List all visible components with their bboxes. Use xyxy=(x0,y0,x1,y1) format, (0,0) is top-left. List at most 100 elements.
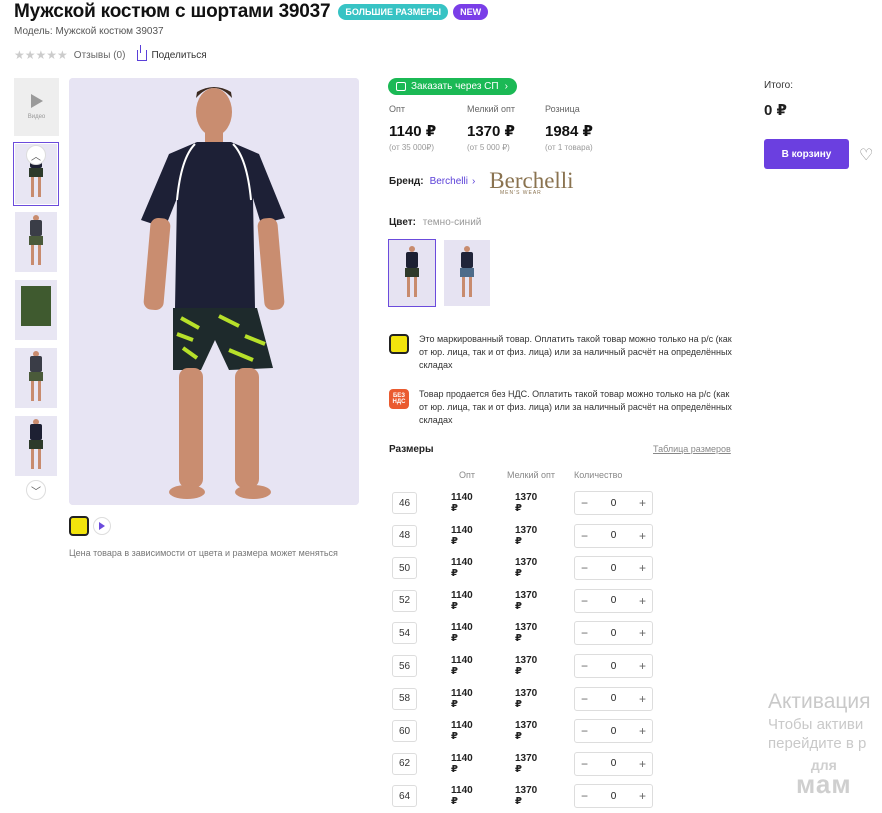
quantity-stepper: − 0 + xyxy=(574,751,653,776)
size-opt-price: 1140 ₽ xyxy=(451,492,473,514)
plus-button[interactable]: + xyxy=(639,724,646,738)
minus-button[interactable]: − xyxy=(581,789,588,803)
minus-button[interactable]: − xyxy=(581,626,588,640)
thumbnail[interactable] xyxy=(15,348,57,408)
size-opt-price: 1140 ₽ xyxy=(451,622,473,645)
price-tier-condition: (от 5 000 ₽) xyxy=(467,143,510,152)
size-table-link[interactable]: Таблица размеров xyxy=(653,444,731,454)
plus-button[interactable]: + xyxy=(639,692,646,706)
product-meta: ★★★★★ Отзывы (0) Поделиться xyxy=(14,44,207,62)
size-small-opt-price: 1370 ₽ xyxy=(515,687,538,710)
marking-notice-text: Это маркированный товар. Оплатить такой … xyxy=(419,334,732,370)
minus-button[interactable]: − xyxy=(581,496,588,510)
watermark-line: Чтобы активи xyxy=(768,716,864,733)
size-small-opt-price: 1370 ₽ xyxy=(515,524,538,547)
price-tier-value: 1370 ₽ xyxy=(467,123,515,140)
minus-button[interactable]: − xyxy=(581,594,588,608)
video-thumbnail[interactable]: Видео xyxy=(14,78,59,136)
reviews-link[interactable]: Отзывы (0) xyxy=(74,50,126,61)
color-swatch-navy[interactable] xyxy=(388,239,436,307)
sizes-title: Размеры xyxy=(389,444,434,455)
plus-button[interactable]: + xyxy=(639,659,646,673)
thumbnails-down-button[interactable]: ﹀ xyxy=(26,480,46,500)
size-label: 50 xyxy=(392,557,417,580)
quantity-value[interactable]: 0 xyxy=(611,661,617,672)
minus-button[interactable]: − xyxy=(581,529,588,543)
size-opt-price: 1140 ₽ xyxy=(451,785,473,808)
rating-stars[interactable]: ★★★★★ xyxy=(14,48,68,62)
minus-button[interactable]: − xyxy=(581,692,588,706)
watermark-line: перейдите в р xyxy=(768,735,867,752)
size-opt-price: 1140 ₽ xyxy=(451,752,473,775)
size-row: 62 1140 ₽ 1370 ₽ − 0 + xyxy=(392,751,653,776)
chevron-up-icon: ︿ xyxy=(31,151,41,163)
quantity-value[interactable]: 0 xyxy=(611,595,617,606)
size-opt-price: 1140 ₽ xyxy=(451,524,473,547)
quantity-value[interactable]: 0 xyxy=(611,563,617,574)
quantity-value[interactable]: 0 xyxy=(611,530,617,541)
size-small-opt-price: 1370 ₽ xyxy=(515,655,538,677)
size-row: 52 1140 ₽ 1370 ₽ − 0 + xyxy=(392,588,653,613)
quantity-stepper: − 0 + xyxy=(574,556,653,581)
title-row: Мужской костюм с шортами 39037 БОЛЬШИЕ Р… xyxy=(14,1,489,23)
add-to-cart-button[interactable]: В корзину xyxy=(764,139,849,169)
plus-button[interactable]: + xyxy=(639,757,646,771)
plus-button[interactable]: + xyxy=(639,626,646,640)
quantity-value[interactable]: 0 xyxy=(611,628,617,639)
quantity-value[interactable]: 0 xyxy=(611,758,617,769)
brand-link[interactable]: Berchelli xyxy=(430,176,468,187)
plus-button[interactable]: + xyxy=(639,594,646,608)
size-row: 64 1140 ₽ 1370 ₽ − 0 + xyxy=(392,784,653,809)
no-vat-notice-text: Товар продается без НДС. Оплатить такой … xyxy=(419,389,732,425)
column-header-small-opt: Мелкий опт xyxy=(507,470,556,480)
main-product-photo[interactable] xyxy=(69,78,359,505)
quantity-value[interactable]: 0 xyxy=(611,693,617,704)
big-sizes-badge: БОЛЬШИЕ РАЗМЕРЫ xyxy=(338,4,449,20)
play-icon xyxy=(30,94,43,108)
size-label: 56 xyxy=(392,655,417,677)
plus-button[interactable]: + xyxy=(639,789,646,803)
brand-logo-tagline: MEN'S WEAR xyxy=(500,190,542,196)
product-title: Мужской костюм с шортами 39037 xyxy=(14,1,331,22)
minus-button[interactable]: − xyxy=(581,561,588,575)
quantity-stepper: − 0 + xyxy=(574,491,653,515)
size-small-opt-price: 1370 ₽ xyxy=(515,492,538,514)
share-icon xyxy=(137,44,148,61)
thumbnail[interactable] xyxy=(15,280,57,340)
quantity-stepper: − 0 + xyxy=(574,588,653,613)
size-small-opt-price: 1370 ₽ xyxy=(515,785,538,808)
price-tier-opt: Опт 1140 ₽ (от 35 000₽) xyxy=(389,104,467,152)
quantity-value[interactable]: 0 xyxy=(611,791,617,802)
heart-icon[interactable]: ♡ xyxy=(859,145,873,165)
logo-text-bottom: мам xyxy=(796,769,852,799)
size-opt-price: 1140 ₽ xyxy=(451,589,473,612)
total-label: Итого: xyxy=(764,80,793,91)
thumbnail-strip: Видео xyxy=(13,78,59,476)
quantity-value[interactable]: 0 xyxy=(611,726,617,737)
thumbnails-up-button[interactable]: ︿ xyxy=(26,145,46,165)
quantity-stepper: − 0 + xyxy=(574,621,653,646)
site-logo-watermark: для мам xyxy=(796,758,852,799)
minus-button[interactable]: − xyxy=(581,724,588,738)
plus-button[interactable]: + xyxy=(639,496,646,510)
share-button[interactable]: Поделиться xyxy=(137,44,207,61)
size-row: 50 1140 ₽ 1370 ₽ − 0 + xyxy=(392,556,653,581)
order-sp-button[interactable]: Заказать через СП › xyxy=(388,78,517,95)
thumbnail[interactable] xyxy=(15,212,57,272)
color-swatch-alt[interactable] xyxy=(444,240,490,306)
minus-button[interactable]: − xyxy=(581,659,588,673)
price-tier-label: Розница xyxy=(545,104,580,114)
video-play-button[interactable] xyxy=(93,517,111,535)
color-value: темно-синий xyxy=(422,217,482,228)
size-row: 54 1140 ₽ 1370 ₽ − 0 + xyxy=(392,621,653,646)
quantity-value[interactable]: 0 xyxy=(611,498,617,509)
new-badge: NEW xyxy=(453,4,489,20)
thumbnail[interactable] xyxy=(15,416,57,476)
size-label: 48 xyxy=(392,524,417,547)
plus-button[interactable]: + xyxy=(639,529,646,543)
size-small-opt-price: 1370 ₽ xyxy=(515,720,538,743)
share-label: Поделиться xyxy=(151,49,207,61)
plus-button[interactable]: + xyxy=(639,561,646,575)
size-label: 52 xyxy=(392,589,417,612)
minus-button[interactable]: − xyxy=(581,757,588,771)
